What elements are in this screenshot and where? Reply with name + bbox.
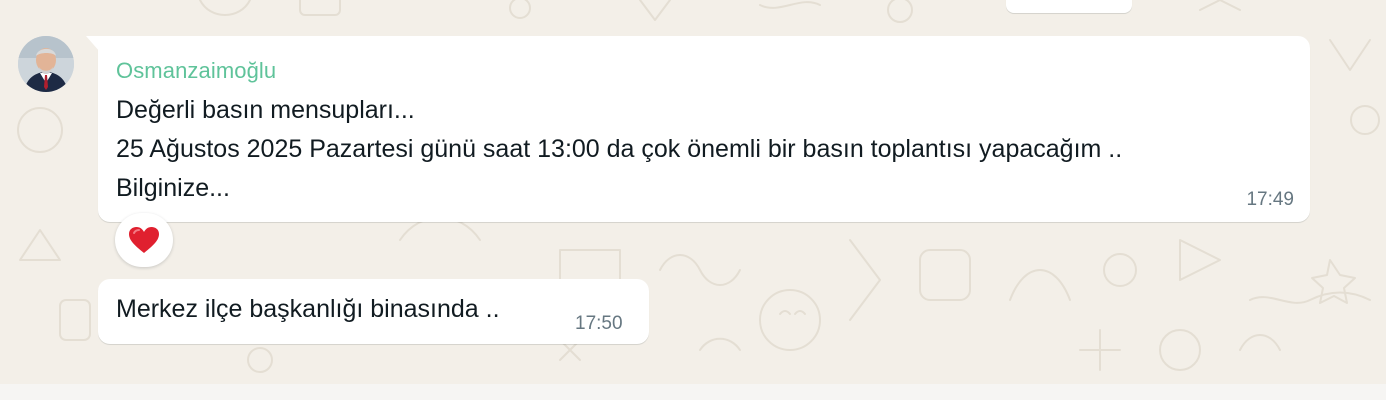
previous-message-bubble[interactable] [1006,0,1132,13]
message-text-line: Bilginize... [116,174,230,202]
avatar-portrait [18,36,74,92]
sender-avatar[interactable] [18,36,74,92]
sender-name[interactable]: Osmanzaimoğlu [116,58,276,84]
message-timestamp: 17:50 [575,313,623,334]
message-text-line: Değerli basın mensupları... [116,96,415,124]
bottom-strip [0,384,1386,400]
red-heart-icon [129,227,159,253]
message-bubble[interactable]: Merkez ilçe başkanlığı binasında .. 17:5… [98,279,649,344]
message-timestamp: 17:49 [1246,189,1294,210]
message-text: Merkez ilçe başkanlığı binasında .. [116,295,500,323]
reaction-badge[interactable] [115,213,173,267]
bubble-tail [86,36,100,52]
message-text-line: 25 Ağustos 2025 Pazartesi günü saat 13:0… [116,135,1123,163]
message-bubble[interactable]: Osmanzaimoğlu Değerli basın mensupları..… [86,36,1310,222]
